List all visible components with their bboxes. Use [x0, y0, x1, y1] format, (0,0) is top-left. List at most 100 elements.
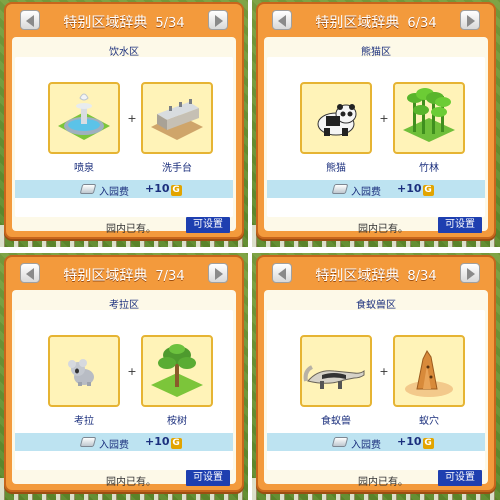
ticket-icon — [331, 437, 349, 447]
combo-item-a-label: 熊猫 — [326, 163, 346, 174]
plus-sign: + — [127, 365, 137, 378]
title-label: 特别区域辞典 — [315, 15, 400, 31]
place-button[interactable]: 可设置 — [186, 470, 230, 486]
panda-icon — [317, 104, 357, 136]
dictionary-dialog: 特别区域辞典 8/34 食蚁兽区 + 食蚁兽 蚁穴 入园费 +10 G 园内已有… — [256, 255, 496, 492]
owned-status: 园内已有。 — [358, 224, 408, 235]
combo-item-b[interactable] — [141, 82, 213, 154]
fee-bar: 入园费 +10 G — [267, 433, 485, 451]
prev-arrow-icon[interactable] — [272, 263, 292, 283]
fee-label: 入园费 — [99, 440, 129, 451]
combo-item-b-label: 竹林 — [419, 163, 439, 174]
next-arrow-icon[interactable] — [208, 10, 228, 30]
fee-value: +10 G — [145, 182, 182, 196]
gold-coin-icon: G — [170, 185, 182, 196]
zone-name: 饮水区 — [109, 47, 139, 58]
dictionary-dialog: 特别区域辞典 5/34 饮水区 + 喷泉 洗手台 入园费 +10 G 园内已有。… — [4, 2, 244, 239]
combo-item-b-label: 桉树 — [167, 416, 187, 427]
page-counter: 5/34 — [155, 16, 185, 31]
gold-coin-icon: G — [170, 438, 182, 449]
combo-item-a-label: 食蚁兽 — [321, 416, 351, 427]
prev-arrow-icon[interactable] — [20, 10, 40, 30]
place-button[interactable]: 可设置 — [438, 217, 482, 233]
combo-item-b[interactable] — [393, 335, 465, 407]
combo-item-a-label: 考拉 — [74, 416, 94, 427]
title-bar: 特别区域辞典 7/34 — [6, 257, 242, 289]
dictionary-panel: 特别区域辞典 5/34 饮水区 + 喷泉 洗手台 入园费 +10 G 园内已有。… — [0, 0, 248, 247]
fee-value: +10 G — [397, 182, 434, 196]
bamboo-icon — [403, 88, 455, 142]
zone-name: 食蚁兽区 — [356, 300, 396, 311]
combo-item-b-label: 蚁穴 — [419, 416, 439, 427]
gold-coin-icon: G — [422, 438, 434, 449]
eucalyptus-icon — [151, 344, 203, 397]
dictionary-dialog: 特别区域辞典 6/34 熊猫区 + 熊猫 竹林 入园费 +10 G 园内已有。 … — [256, 2, 496, 239]
combo-item-b[interactable] — [141, 335, 213, 407]
page-counter: 6/34 — [407, 16, 437, 31]
combo-item-b-label: 洗手台 — [162, 163, 192, 174]
fee-amount: +10 — [145, 435, 170, 448]
plus-sign: + — [127, 112, 137, 125]
ticket-icon — [331, 184, 349, 194]
combo-box: + 熊猫 竹林 入园费 +10 G — [267, 57, 485, 217]
dictionary-panel: 特别区域辞典 8/34 食蚁兽区 + 食蚁兽 蚁穴 入园费 +10 G 园内已有… — [252, 253, 500, 500]
place-button[interactable]: 可设置 — [438, 470, 482, 486]
owned-status: 园内已有。 — [106, 477, 156, 488]
fee-value: +10 G — [397, 435, 434, 449]
page-counter: 7/34 — [155, 269, 185, 284]
owned-status: 园内已有。 — [358, 477, 408, 488]
next-arrow-icon[interactable] — [208, 263, 228, 283]
dialog-content: 考拉区 + 考拉 桉树 入园费 +10 G 园内已有。 可设置 — [12, 290, 236, 488]
ticket-icon — [79, 184, 97, 194]
footer: 园内已有。 可设置 — [12, 468, 236, 490]
plus-sign: + — [379, 365, 389, 378]
ticket-icon — [79, 437, 97, 447]
prev-arrow-icon[interactable] — [20, 263, 40, 283]
fee-amount: +10 — [145, 182, 170, 195]
zone-name: 考拉区 — [109, 300, 139, 311]
combo-box: + 食蚁兽 蚁穴 入园费 +10 G — [267, 310, 485, 470]
prev-arrow-icon[interactable] — [272, 10, 292, 30]
koala-icon — [68, 359, 94, 386]
zone-name: 熊猫区 — [361, 47, 391, 58]
footer: 园内已有。 可设置 — [264, 215, 488, 237]
dialog-content: 饮水区 + 喷泉 洗手台 入园费 +10 G 园内已有。 可设置 — [12, 37, 236, 235]
gold-coin-icon: G — [422, 185, 434, 196]
combo-item-a-label: 喷泉 — [74, 163, 94, 174]
title-label: 特别区域辞典 — [315, 268, 400, 284]
fountain-icon — [58, 93, 110, 140]
dictionary-panel: 特别区域辞典 6/34 熊猫区 + 熊猫 竹林 入园费 +10 G 园内已有。 … — [252, 0, 500, 247]
footer: 园内已有。 可设置 — [264, 468, 488, 490]
fee-label: 入园费 — [351, 187, 381, 198]
combo-box: + 喷泉 洗手台 入园费 +10 G — [15, 57, 233, 217]
combo-item-a[interactable] — [48, 335, 120, 407]
dialog-title: 特别区域辞典 7/34 — [46, 265, 202, 285]
title-bar: 特别区域辞典 5/34 — [6, 4, 242, 36]
fee-label: 入园费 — [351, 440, 381, 451]
place-button[interactable]: 可设置 — [186, 217, 230, 233]
combo-item-b[interactable] — [393, 82, 465, 154]
fee-amount: +10 — [397, 182, 422, 195]
dialog-title: 特别区域辞典 8/34 — [298, 265, 454, 285]
title-label: 特别区域辞典 — [63, 268, 148, 284]
fee-amount: +10 — [397, 435, 422, 448]
dialog-content: 食蚁兽区 + 食蚁兽 蚁穴 入园费 +10 G 园内已有。 可设置 — [264, 290, 488, 488]
combo-item-a[interactable] — [300, 335, 372, 407]
dialog-title: 特别区域辞典 6/34 — [298, 12, 454, 32]
title-label: 特别区域辞典 — [63, 15, 148, 31]
combo-item-a[interactable] — [300, 82, 372, 154]
combo-item-a[interactable] — [48, 82, 120, 154]
fee-label: 入园费 — [99, 187, 129, 198]
fee-bar: 入园费 +10 G — [267, 180, 485, 198]
title-bar: 特别区域辞典 6/34 — [258, 4, 494, 36]
fee-bar: 入园费 +10 G — [15, 433, 233, 451]
next-arrow-icon[interactable] — [460, 10, 480, 30]
fee-value: +10 G — [145, 435, 182, 449]
fee-bar: 入园费 +10 G — [15, 180, 233, 198]
dictionary-grid: 特别区域辞典 5/34 饮水区 + 喷泉 洗手台 入园费 +10 G 园内已有。… — [0, 0, 500, 500]
washstand-icon — [151, 99, 203, 140]
next-arrow-icon[interactable] — [460, 263, 480, 283]
page-counter: 8/34 — [407, 269, 437, 284]
combo-box: + 考拉 桉树 入园费 +10 G — [15, 310, 233, 470]
dictionary-dialog: 特别区域辞典 7/34 考拉区 + 考拉 桉树 入园费 +10 G 园内已有。 … — [4, 255, 244, 492]
